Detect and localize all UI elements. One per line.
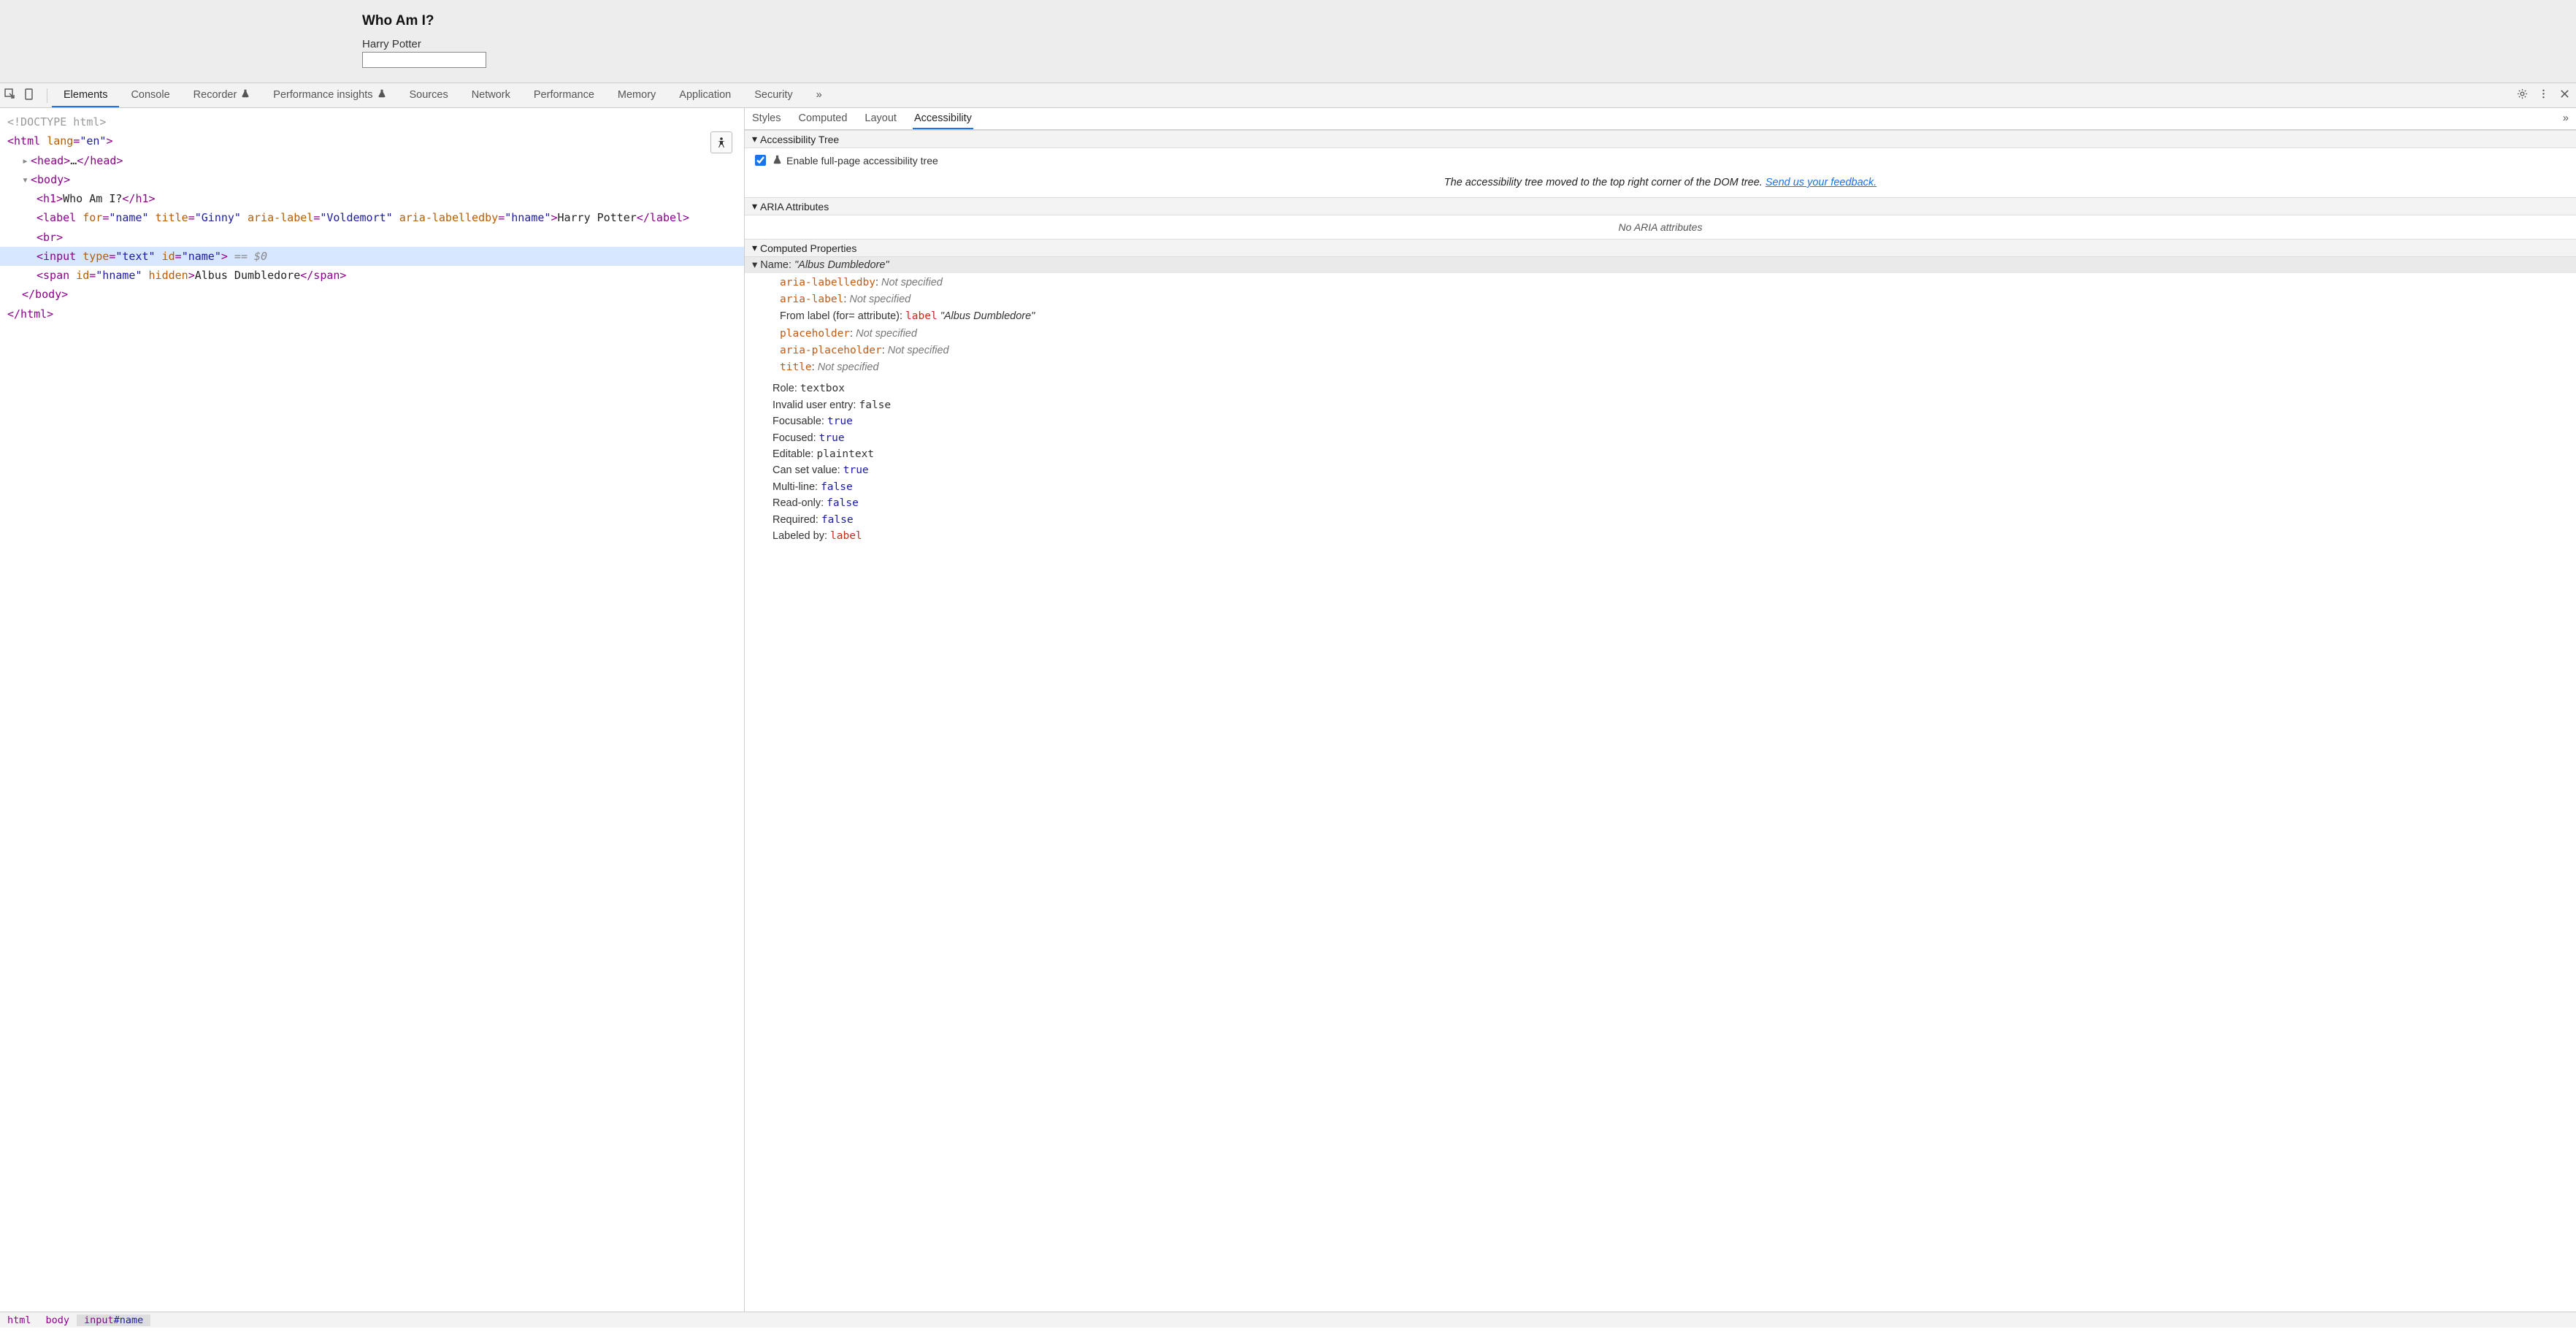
- enable-a11y-tree-label: Enable full-page accessibility tree: [786, 155, 938, 166]
- computed-properties-header[interactable]: ▾ Computed Properties: [745, 239, 2576, 257]
- dom-br[interactable]: <br>: [4, 228, 744, 247]
- name-source-row: aria-labelledby: Not specified: [780, 275, 2569, 291]
- settings-icon[interactable]: [2517, 88, 2528, 102]
- name-source-row: aria-placeholder: Not specified: [780, 342, 2569, 359]
- sidebar-panel: Styles Computed Layout Accessibility » ▾ Acc…: [745, 108, 2576, 1312]
- computed-prop-row: Read-only: false: [773, 495, 2569, 511]
- kebab-icon[interactable]: [2538, 88, 2549, 102]
- sidebar-tab-layout[interactable]: Layout: [863, 108, 898, 129]
- dom-html-open[interactable]: <html lang="en">: [4, 131, 744, 150]
- sidebar-tabs-overflow[interactable]: »: [2561, 108, 2570, 129]
- sidebar-tab-computed[interactable]: Computed: [797, 108, 849, 129]
- tab-console[interactable]: Console: [119, 83, 181, 107]
- enable-a11y-tree-checkbox[interactable]: [755, 155, 766, 166]
- flask-icon: [241, 89, 250, 101]
- dom-breadcrumb: htmlbodyinput#name: [0, 1312, 2576, 1328]
- flask-icon: [773, 155, 782, 166]
- computed-prop-row: Can set value: true: [773, 462, 2569, 478]
- aria-attributes-header[interactable]: ▾ ARIA Attributes: [745, 197, 2576, 215]
- close-icon[interactable]: [2559, 88, 2570, 102]
- rendered-page: Who Am I? Harry Potter: [0, 0, 2576, 83]
- computed-prop-row: Multi-line: false: [773, 479, 2569, 495]
- name-source-row: From label (for= attribute): label "Albu…: [780, 308, 2569, 325]
- chevron-down-icon: ▾: [752, 200, 757, 213]
- computed-name-row[interactable]: ▾ Name: "Albus Dumbledore": [745, 257, 2576, 273]
- name-input[interactable]: [362, 52, 486, 68]
- breadcrumb-item[interactable]: input#name: [77, 1314, 150, 1326]
- tab-network[interactable]: Network: [460, 83, 522, 107]
- tab-performance-insights[interactable]: Performance insights: [261, 83, 397, 107]
- tabs-overflow[interactable]: »: [805, 83, 834, 107]
- dom-body-close[interactable]: </body>: [4, 285, 744, 304]
- devtools-toolbar: ElementsConsoleRecorderPerformance insig…: [0, 83, 2576, 108]
- computed-prop-row: Role: textbox: [773, 380, 2569, 397]
- flask-icon: [377, 89, 386, 101]
- name-source-row: title: Not specified: [780, 359, 2569, 376]
- chevron-down-icon: ▾: [752, 242, 757, 254]
- feedback-link[interactable]: Send us your feedback.: [1766, 177, 1877, 188]
- a11y-hint: The accessibility tree moved to the top …: [745, 172, 2576, 197]
- inspect-icon[interactable]: [4, 88, 16, 103]
- computed-prop-row: Labeled by: label: [773, 528, 2569, 544]
- sidebar-tab-styles[interactable]: Styles: [751, 108, 783, 129]
- computed-prop-row: Focused: true: [773, 430, 2569, 446]
- breadcrumb-item[interactable]: html: [0, 1314, 39, 1326]
- dom-doctype: <!DOCTYPE html>: [7, 115, 106, 129]
- computed-prop-row: Invalid user entry: false: [773, 397, 2569, 413]
- dom-label[interactable]: <label for="name" title="Ginny" aria-lab…: [4, 208, 744, 227]
- computed-props-list: Role: textboxInvalid user entry: falseFo…: [745, 379, 2576, 552]
- tab-memory[interactable]: Memory: [606, 83, 667, 107]
- dom-html-close[interactable]: </html>: [4, 305, 744, 324]
- tab-security[interactable]: Security: [743, 83, 804, 107]
- accessibility-tree-button[interactable]: [710, 131, 732, 153]
- page-heading: Who Am I?: [362, 13, 2576, 29]
- computed-prop-row: Focusable: true: [773, 413, 2569, 429]
- name-label: Harry Potter: [362, 38, 2576, 50]
- tab-sources[interactable]: Sources: [398, 83, 460, 107]
- dom-tree[interactable]: <!DOCTYPE html> <html lang="en"> ▸<head>…: [0, 108, 745, 1312]
- computed-prop-row: Required: false: [773, 512, 2569, 528]
- computed-prop-row: Editable: plaintext: [773, 446, 2569, 462]
- tab-application[interactable]: Application: [667, 83, 743, 107]
- dom-head[interactable]: ▸<head>…</head>: [4, 151, 744, 170]
- breadcrumb-item[interactable]: body: [39, 1314, 77, 1326]
- accessibility-tree-header[interactable]: ▾ Accessibility Tree: [745, 130, 2576, 148]
- aria-none-text: No ARIA attributes: [745, 215, 2576, 239]
- dom-input-selected[interactable]: <input type="text" id="name"> == $0: [0, 247, 744, 266]
- chevron-down-icon: ▾: [752, 133, 757, 145]
- name-source-row: placeholder: Not specified: [780, 326, 2569, 342]
- tab-elements[interactable]: Elements: [52, 83, 119, 107]
- name-source-row: aria-label: Not specified: [780, 291, 2569, 308]
- name-sources-list: aria-labelledby: Not specifiedaria-label…: [745, 273, 2576, 379]
- dom-h1[interactable]: <h1>Who Am I?</h1>: [4, 189, 744, 208]
- tab-recorder[interactable]: Recorder: [182, 83, 262, 107]
- chevron-down-icon: ▾: [752, 259, 757, 271]
- tab-performance[interactable]: Performance: [522, 83, 606, 107]
- device-icon[interactable]: [23, 88, 35, 103]
- sidebar-tab-accessibility[interactable]: Accessibility: [913, 108, 973, 129]
- dom-span[interactable]: <span id="hname" hidden>Albus Dumbledore…: [4, 266, 744, 285]
- dom-body-open[interactable]: ▾<body>: [4, 170, 744, 189]
